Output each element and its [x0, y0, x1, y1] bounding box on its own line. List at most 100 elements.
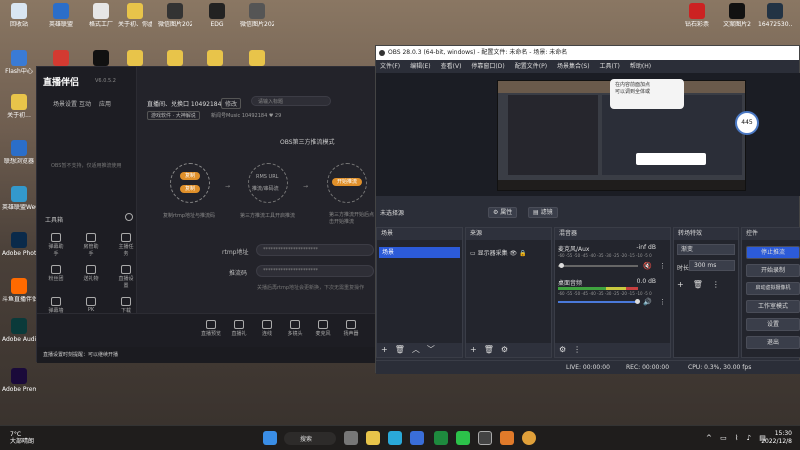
menu-item[interactable]: 文件(F)	[380, 63, 400, 70]
desktop-icon[interactable]: EDG	[200, 3, 234, 28]
task-view-icon[interactable]	[344, 431, 358, 445]
edge-icon[interactable]	[388, 431, 402, 445]
stream-key-field[interactable]: **********************	[256, 265, 374, 277]
add-icon[interactable]: +	[677, 280, 693, 289]
category-badge[interactable]: 游戏软件 · 大神解说	[147, 111, 200, 120]
menu-item[interactable]: 编辑(E)	[410, 63, 430, 70]
studio-mode-button[interactable]: 工作室模式	[746, 300, 800, 313]
filters-button[interactable]: ▤ 滤镜	[528, 207, 558, 218]
tool-admin[interactable]: 房管助手	[82, 233, 100, 257]
desktop-icon[interactable]: 斗鱼直播伴侣	[2, 278, 36, 303]
trash-icon[interactable]: 🗑	[395, 345, 412, 354]
tool-wall[interactable]: 弹幕墙	[47, 297, 65, 314]
desktop-icon[interactable]: 文案图片2	[720, 3, 754, 28]
duration-input[interactable]: 300 ms	[689, 260, 735, 271]
side-tab-scene[interactable]: 场景设置	[53, 99, 77, 108]
more-icon[interactable]: ⋮	[659, 262, 666, 270]
desktop-icon[interactable]: 微信图片2021112...	[158, 3, 192, 28]
down-icon[interactable]: ﹀	[427, 345, 442, 354]
action-speaker[interactable]: 扬声器	[339, 320, 363, 337]
desktop-icon[interactable]: Adobe Auditi...	[2, 318, 36, 343]
trash-icon[interactable]: 🗑	[693, 280, 712, 289]
title-input[interactable]: 请输入标题	[251, 96, 331, 106]
desktop-icon[interactable]: Adobe Premie...	[2, 368, 36, 393]
edit-room-button[interactable]: 修改	[221, 98, 242, 109]
more-icon[interactable]: ⋮	[659, 298, 666, 306]
excel-icon[interactable]	[434, 431, 448, 445]
settings-icon[interactable]	[125, 213, 133, 221]
source-item[interactable]: ▭ 显示器采集 👁 🔒	[470, 248, 550, 258]
action-preview[interactable]: 直播预览	[199, 320, 223, 337]
desktop-icon[interactable]: Flash中心	[2, 50, 36, 75]
desktop-icon[interactable]: 微信图片2021112...	[240, 3, 274, 28]
desktop-icon[interactable]: 钻石彩票	[680, 3, 714, 28]
start-icon[interactable]	[263, 431, 277, 445]
action-mic[interactable]: 麦克风	[311, 320, 335, 337]
file-explorer-icon[interactable]	[366, 431, 380, 445]
start-recording-button[interactable]: 开始录制	[746, 264, 800, 277]
more-icon[interactable]: ⋮	[712, 280, 729, 289]
menu-item[interactable]: 配置文件(P)	[515, 63, 547, 70]
up-icon[interactable]: ︿	[412, 345, 427, 354]
desktop-icon[interactable]: Adobe Photosh...	[2, 232, 36, 257]
tool-settings[interactable]: 直播设置	[117, 265, 135, 289]
desktop-volume-knob[interactable]	[635, 299, 640, 304]
tool-download[interactable]: 下载	[117, 297, 135, 314]
desktop-icon[interactable]: 英雄联盟WeGame版	[2, 186, 36, 211]
desktop-icon[interactable]: 英雄联盟	[44, 3, 78, 28]
desktop-icon[interactable]: 格式工厂	[84, 3, 118, 28]
mic-volume-knob[interactable]	[559, 263, 564, 268]
side-tab-apps[interactable]: 应用	[99, 99, 111, 108]
mute-icon[interactable]: 🔇	[643, 262, 652, 270]
eye-icon[interactable]: 👁	[510, 250, 518, 257]
obs-taskbar-icon[interactable]	[478, 431, 492, 445]
virtual-camera-button[interactable]: 启动虚拟摄像机	[746, 282, 800, 295]
action-link[interactable]: 连线	[255, 320, 279, 337]
desktop-icon[interactable]: 16472530...	[758, 3, 792, 28]
side-tab-interact[interactable]: 互动	[79, 99, 91, 108]
tool-pk[interactable]: PK	[82, 297, 100, 313]
lock-icon[interactable]: 🔒	[519, 250, 526, 257]
more-icon[interactable]: ⋮	[573, 345, 588, 354]
settings-button[interactable]: 设置	[746, 318, 800, 331]
copy-rtmp-button[interactable]: 复制	[180, 172, 200, 180]
obs-preview[interactable]: 在内容前面加点 可以调到全体或 445	[376, 73, 800, 196]
mic-volume-slider[interactable]	[558, 265, 638, 267]
exit-button[interactable]: 退出	[746, 336, 800, 349]
menu-item[interactable]: 工具(T)	[600, 63, 620, 70]
menu-item[interactable]: 场景集合(S)	[557, 63, 590, 70]
desktop-volume-slider[interactable]	[558, 301, 638, 303]
add-icon[interactable]: +	[381, 345, 395, 354]
start-stream-button[interactable]: 开始推流	[332, 178, 362, 186]
gear-icon[interactable]: ⚙	[501, 345, 515, 354]
desktop-icon[interactable]: 回收站	[2, 3, 36, 28]
properties-button[interactable]: ⚙ 属性	[488, 207, 518, 218]
desktop-icon[interactable]: 关于初...	[2, 94, 36, 119]
search-box[interactable]: 搜索	[284, 432, 336, 445]
wechat-icon[interactable]	[456, 431, 470, 445]
stop-streaming-button[interactable]: 停止推流	[746, 246, 800, 259]
store-icon[interactable]	[410, 431, 424, 445]
action-camera[interactable]: 多镜头	[283, 320, 307, 337]
rtmp-field[interactable]: **********************	[256, 244, 374, 256]
live-app-taskbar-icon[interactable]	[500, 431, 514, 445]
scene-item[interactable]: 场景	[379, 247, 460, 258]
weather-widget[interactable]: 7°C 大部晴朗	[10, 431, 34, 445]
desktop-icon[interactable]: 联想浏览器	[2, 140, 36, 165]
tool-fans[interactable]: 粉丝团	[47, 265, 65, 282]
copy-key-button[interactable]: 复制	[180, 185, 200, 193]
transition-select[interactable]: 渐变	[677, 244, 735, 255]
gear-icon[interactable]: ⚙	[559, 345, 573, 354]
add-icon[interactable]: +	[470, 345, 484, 354]
menu-item[interactable]: 帮助(H)	[630, 63, 651, 70]
tool-danmaku[interactable]: 弹幕助手	[47, 233, 65, 257]
tool-gift[interactable]: 送礼物	[82, 265, 100, 282]
chrome-icon[interactable]	[522, 431, 536, 445]
speaker-icon[interactable]: 🔊	[643, 298, 652, 306]
action-gift[interactable]: 直播礼	[227, 320, 251, 337]
menu-item[interactable]: 停靠窗口(D)	[471, 63, 504, 70]
tool-task[interactable]: 主播任务	[117, 233, 135, 257]
trash-icon[interactable]: 🗑	[484, 345, 501, 354]
menu-item[interactable]: 查看(V)	[441, 63, 462, 70]
desktop-icon[interactable]: 关于初、你虚惜吗（文案）	[118, 3, 152, 28]
